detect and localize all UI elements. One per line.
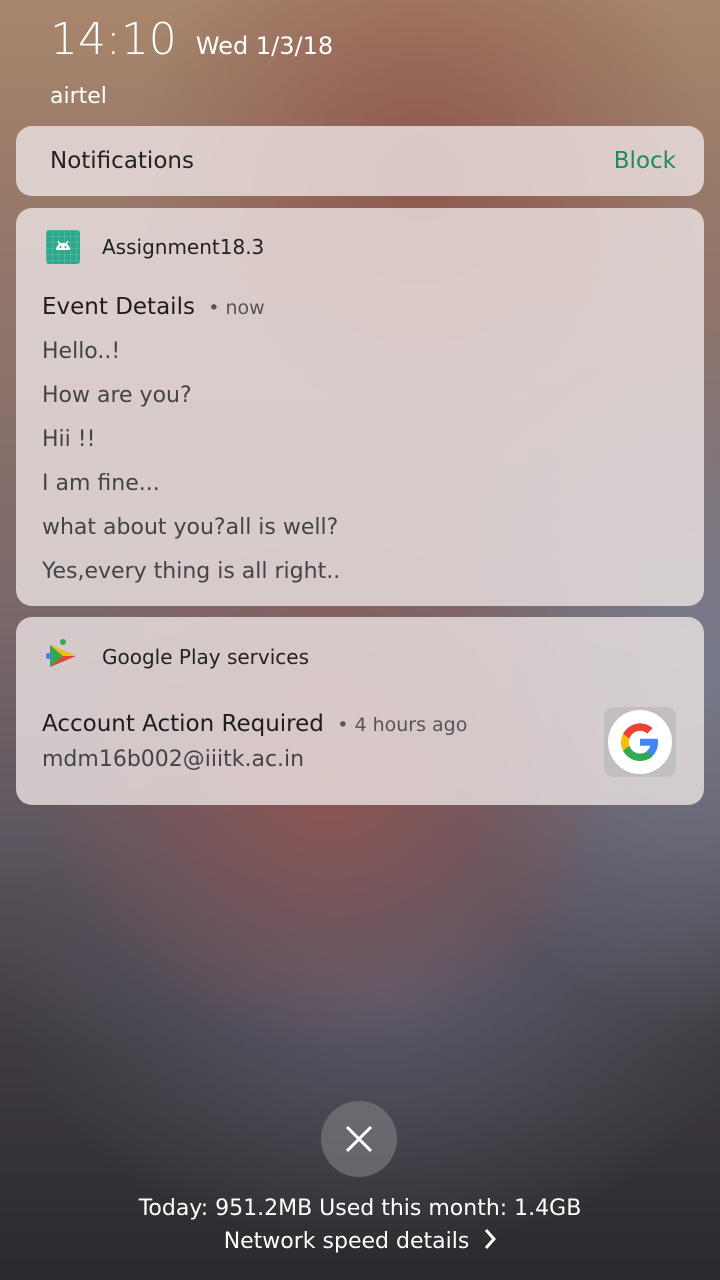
message-line: Hello..! — [42, 339, 121, 364]
clear-all-button[interactable] — [321, 1101, 397, 1177]
data-usage-text: Today: 951.2MB Used this month: 1.4GB — [138, 1196, 582, 1221]
notification-title: Account Action Required — [42, 711, 324, 737]
notification-title-row: Event Details • now — [42, 294, 265, 320]
google-g-icon — [604, 707, 676, 777]
account-email: mdm16b002@iiitk.ac.in — [42, 747, 305, 772]
notifications-title: Notifications — [50, 148, 194, 174]
network-speed-link[interactable]: Network speed details — [0, 1228, 720, 1254]
android-icon — [46, 230, 80, 264]
google-play-notification[interactable]: Google Play services Account Action Requ… — [16, 617, 704, 805]
network-speed-label: Network speed details — [223, 1229, 470, 1254]
notification-time: • now — [208, 297, 265, 319]
carrier-name: airtel — [50, 84, 107, 109]
date: Wed 1/3/18 — [195, 32, 334, 60]
notification-lines: Hello..! How are you? Hii !! I am fine..… — [42, 336, 340, 600]
assignment-notification[interactable]: Assignment18.3 Event Details • now Hello… — [16, 208, 704, 606]
notification-title-row: Account Action Required • 4 hours ago — [42, 711, 467, 737]
message-line: what about you?all is well? — [42, 515, 339, 540]
chevron-right-icon — [485, 1229, 497, 1249]
message-line: How are you? — [42, 383, 192, 408]
clock: 14:10 — [50, 14, 177, 65]
status-bar: 14:10 Wed 1/3/18 — [50, 14, 333, 65]
app-name: Google Play services — [102, 645, 310, 669]
block-button[interactable]: Block — [614, 148, 676, 174]
app-name: Assignment18.3 — [102, 235, 265, 259]
notifications-header-card: Notifications Block — [16, 126, 704, 196]
notification-time: • 4 hours ago — [337, 714, 468, 736]
notification-title: Event Details — [42, 294, 195, 320]
message-line: I am fine... — [42, 471, 160, 496]
message-line: Yes,every thing is all right.. — [42, 559, 341, 584]
puzzle-icon — [46, 637, 80, 675]
message-line: Hii !! — [42, 427, 96, 452]
close-icon — [345, 1125, 373, 1153]
